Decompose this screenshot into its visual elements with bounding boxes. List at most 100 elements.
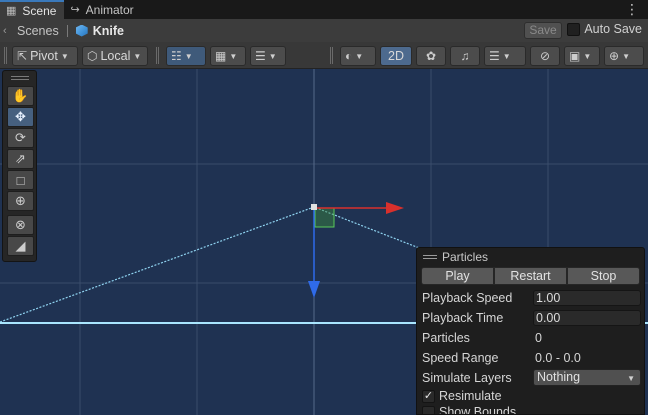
tab-animator-label: Animator <box>85 2 134 17</box>
pivot-label: Pivot <box>30 49 58 63</box>
show-bounds-checkbox[interactable] <box>422 405 435 414</box>
chevron-down-icon: ▼ <box>268 51 277 61</box>
shaded-sphere-icon: ◐ <box>345 49 353 63</box>
scene-toolbar: ⇱ Pivot ▼ ⬡ Local ▼ ☷ ▼ ▦ ▼ ☰ ▼ ◐ ▼ 2D ✿… <box>0 42 648 69</box>
chevron-left-icon[interactable]: ‹ <box>3 25 17 37</box>
auto-save-checkbox[interactable] <box>567 22 581 36</box>
tool-palette: ✋ ✥ ⟳ ⇗ □ ⊕ ⊗ ◢ <box>2 70 37 262</box>
tab-animator[interactable]: ↪ Animator <box>64 0 141 19</box>
chevron-down-icon: ▼ <box>184 51 193 61</box>
hand-tool[interactable]: ✋ <box>7 86 34 106</box>
draw-mode-dropdown[interactable]: ◐ ▼ <box>340 46 376 66</box>
simulate-layers-label: Simulate Layers <box>422 371 512 385</box>
drag-handle-icon[interactable] <box>423 254 437 259</box>
chevron-down-icon: ▼ <box>60 51 69 61</box>
playback-time-label: Playback Time <box>422 311 504 325</box>
resimulate-checkbox[interactable]: ✓ <box>422 389 435 403</box>
playback-speed-field[interactable]: 1.00 <box>533 290 641 306</box>
move-tool[interactable]: ✥ <box>7 107 34 127</box>
auto-save-toggle[interactable]: Auto Save <box>567 22 642 36</box>
x-axis-arrow[interactable] <box>386 202 404 214</box>
breadcrumb-divider <box>66 24 68 37</box>
xy-plane-handle[interactable] <box>314 207 335 228</box>
speed-range-label: Speed Range <box>422 351 499 365</box>
rect-tool[interactable]: □ <box>7 170 34 190</box>
particles-title: Particles <box>442 249 489 264</box>
space-label: Local <box>100 49 131 63</box>
restart-button[interactable]: Restart <box>494 267 567 285</box>
simulate-layers-dropdown[interactable]: Nothing ▼ <box>533 369 641 386</box>
tab-scene-label: Scene <box>22 3 57 18</box>
playback-controls: Play Restart Stop <box>421 267 640 285</box>
custom-tool[interactable]: ⊗ <box>7 215 34 235</box>
playback-speed-row: Playback Speed 1.00 <box>417 288 644 308</box>
y-axis-arrow[interactable] <box>308 281 320 298</box>
playback-speed-label: Playback Speed <box>422 291 513 305</box>
eye-slash-icon: ⊘ <box>539 49 551 63</box>
particles-count-row: Particles 0 <box>417 328 644 348</box>
particles-count-label: Particles <box>422 331 470 345</box>
transform-tool[interactable]: ⊕ <box>7 191 34 211</box>
chevron-down-icon: ▼ <box>583 51 592 61</box>
editor-icon: ◢ <box>15 238 26 253</box>
increment-snap-dropdown[interactable]: ☰ ▼ <box>250 46 286 66</box>
local-cube-icon: ⬡ <box>87 49 98 63</box>
tab-scene[interactable]: ▦ Scene <box>0 0 65 19</box>
chevron-down-icon: ▼ <box>622 51 630 61</box>
grid-icon: ▦ <box>215 49 227 63</box>
speed-range-value: 0.0 - 0.0 <box>535 351 581 365</box>
rotate-icon: ⟳ <box>15 130 26 145</box>
chevron-down-icon: ▼ <box>229 51 238 61</box>
rotate-tool[interactable]: ⟳ <box>7 128 34 148</box>
palette-drag-handle[interactable] <box>3 71 36 85</box>
scene-visibility-toggle[interactable]: ⊘ <box>530 46 560 66</box>
resimulate-row[interactable]: ✓ Resimulate <box>417 388 644 404</box>
particles-panel: Particles Play Restart Stop Playback Spe… <box>416 247 645 415</box>
space-dropdown[interactable]: ⬡ Local ▼ <box>82 46 148 66</box>
mode-2d-label: 2D <box>388 49 404 63</box>
stop-button[interactable]: Stop <box>567 267 640 285</box>
resimulate-label: Resimulate <box>439 389 502 403</box>
chevron-down-icon: ▼ <box>627 374 635 383</box>
scale-icon: ⇗ <box>15 151 26 166</box>
gizmos-dropdown[interactable]: ⊕ ▼ <box>604 46 644 66</box>
editor-tool[interactable]: ◢ <box>7 236 34 256</box>
save-button[interactable]: Save <box>524 22 562 39</box>
show-bounds-label: Show Bounds <box>439 405 517 415</box>
breadcrumb-scenes[interactable]: Scenes <box>17 24 59 38</box>
camera-icon: ▣ <box>569 49 581 63</box>
playback-time-field[interactable]: 0.00 <box>533 310 641 326</box>
simulate-layers-row: Simulate Layers Nothing ▼ <box>417 368 644 388</box>
particles-panel-header[interactable]: Particles <box>417 248 644 265</box>
effects-dropdown[interactable]: ☰ ▼ <box>484 46 526 66</box>
pivot-icon: ⇱ <box>17 49 28 63</box>
grid-visibility-dropdown[interactable]: ▦ ▼ <box>210 46 246 66</box>
breadcrumb-knife[interactable]: Knife <box>93 24 124 38</box>
audio-mute-icon: ♫ <box>460 49 470 63</box>
pivot-dropdown[interactable]: ⇱ Pivot ▼ <box>12 46 78 66</box>
move-icon: ✥ <box>15 109 26 124</box>
transform-icon: ⊕ <box>15 193 26 208</box>
breadcrumb: ‹ Scenes Knife Save Auto Save <box>0 19 648 42</box>
prefab-cube-icon <box>75 24 88 37</box>
playback-time-row: Playback Time 0.00 <box>417 308 644 328</box>
toolbar-grip[interactable] <box>156 47 159 64</box>
auto-save-label: Auto Save <box>584 22 642 36</box>
hand-icon: ✋ <box>12 88 29 103</box>
play-button[interactable]: Play <box>421 267 494 285</box>
custom-icon: ⊗ <box>15 217 26 232</box>
toolbar-grip[interactable] <box>4 47 7 64</box>
lighting-toggle[interactable]: ✿ <box>416 46 446 66</box>
toolbar-grip[interactable] <box>330 47 333 64</box>
speed-range-row: Speed Range 0.0 - 0.0 <box>417 348 644 368</box>
move-gizmo[interactable] <box>308 202 404 298</box>
grid-snap-dropdown[interactable]: ☷ ▼ <box>166 46 206 66</box>
pivot-point[interactable] <box>311 204 317 210</box>
show-bounds-row[interactable]: Show Bounds <box>417 404 644 415</box>
more-options-icon[interactable]: ⋮ <box>625 2 639 16</box>
scale-tool[interactable]: ⇗ <box>7 149 34 169</box>
audio-toggle[interactable]: ♫ <box>450 46 480 66</box>
mode-2d-toggle[interactable]: 2D <box>380 46 412 66</box>
unity-editor-scene-window: ▦ Scene ↪ Animator ⋮ ‹ Scenes Knife Save… <box>0 0 648 415</box>
camera-dropdown[interactable]: ▣ ▼ <box>564 46 600 66</box>
